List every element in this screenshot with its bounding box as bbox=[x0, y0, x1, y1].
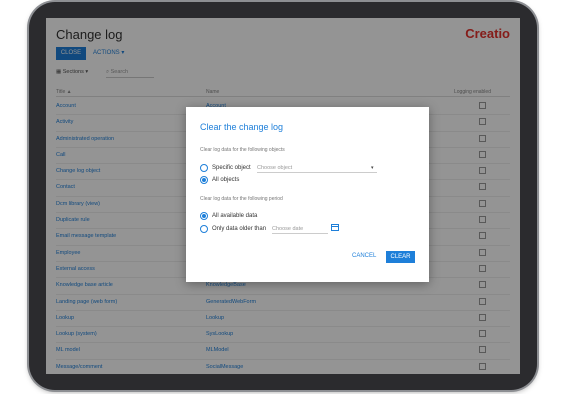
specific-object-radio[interactable] bbox=[200, 164, 208, 172]
specific-object-label: Specific object bbox=[212, 165, 251, 171]
period-section-label: Clear log data for the following period bbox=[200, 196, 283, 202]
choose-date-field[interactable]: Choose date bbox=[272, 226, 328, 234]
calendar-icon[interactable] bbox=[331, 224, 339, 231]
older-than-label: Only data older than bbox=[212, 226, 267, 232]
all-data-radio[interactable] bbox=[200, 212, 208, 220]
objects-section-label: Clear log data for the following objects bbox=[200, 147, 285, 153]
choose-object-select[interactable]: Choose object bbox=[257, 165, 377, 173]
all-objects-radio[interactable] bbox=[200, 176, 208, 184]
dialog-title: Clear the change log bbox=[200, 122, 284, 132]
chevron-down-icon: ▾ bbox=[371, 165, 374, 171]
older-than-radio[interactable] bbox=[200, 225, 208, 233]
clear-change-log-dialog: Clear the change log Clear log data for … bbox=[186, 107, 429, 282]
clear-button[interactable]: CLEAR bbox=[386, 251, 415, 263]
all-data-label: All available data bbox=[212, 213, 258, 219]
all-objects-label: All objects bbox=[212, 177, 240, 183]
cancel-button[interactable]: CANCEL bbox=[352, 253, 376, 259]
